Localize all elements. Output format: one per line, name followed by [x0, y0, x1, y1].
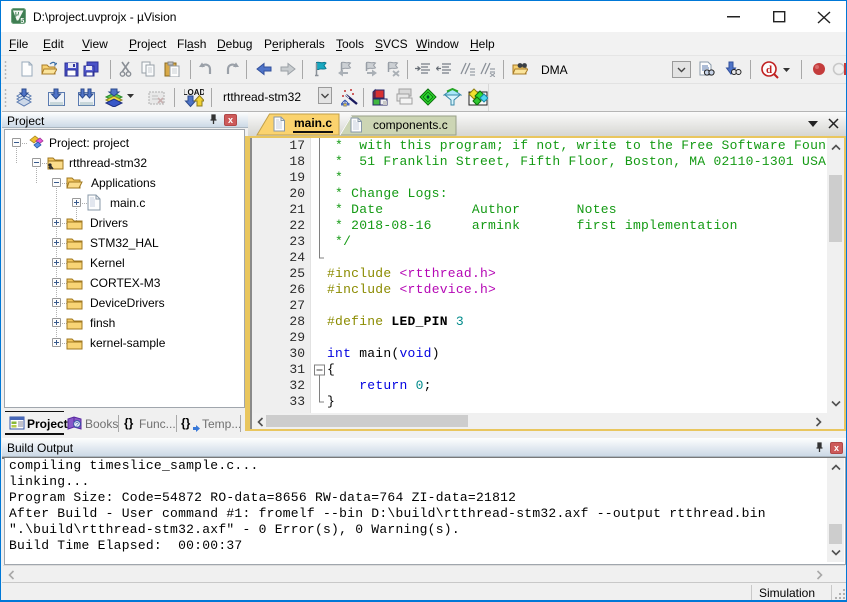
svg-text:?: ?	[75, 422, 79, 429]
svg-text:LOAD: LOAD	[184, 88, 204, 97]
svg-text:5: 5	[20, 18, 24, 24]
svg-text:d: d	[766, 64, 772, 76]
